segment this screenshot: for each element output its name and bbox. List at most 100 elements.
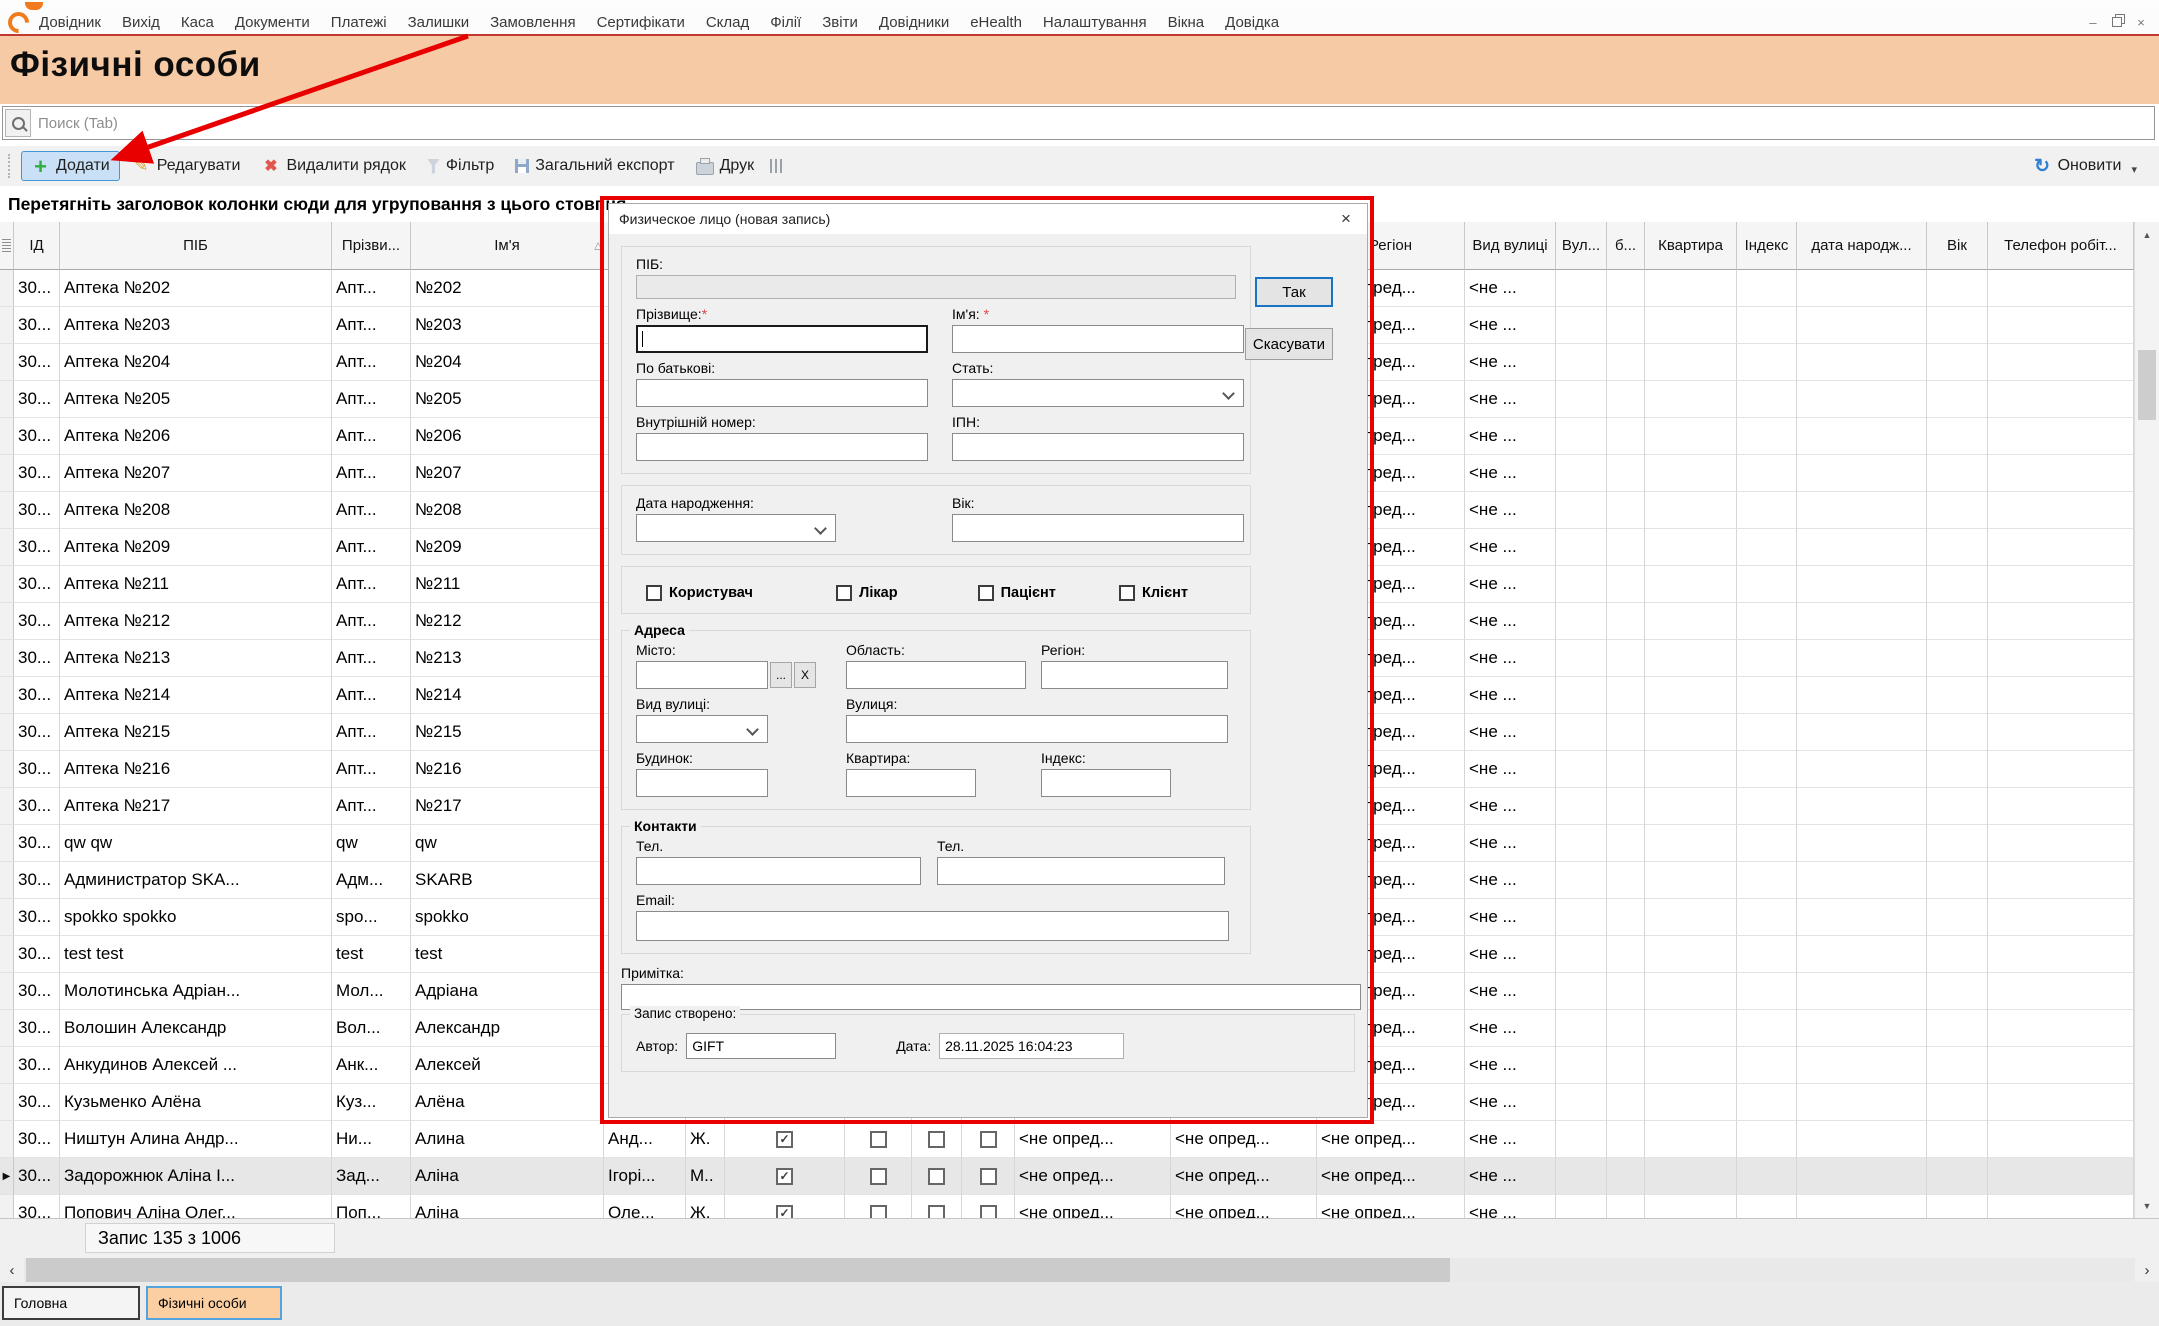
grid-cell-vyd[interactable]: <не ... (1465, 1195, 1556, 1218)
grid-cell-kv[interactable] (1645, 936, 1737, 973)
menu-item-1[interactable]: Вихід (122, 14, 160, 31)
grid-cell-priz[interactable]: Мол... (332, 973, 411, 1010)
grid-cell-kv[interactable] (1645, 1195, 1737, 1218)
toolbar-button-0[interactable]: +Додати (21, 151, 120, 181)
grid-cell-dn[interactable] (1797, 1195, 1927, 1218)
grid-cell-dn[interactable] (1797, 455, 1927, 492)
scroll-up-icon[interactable]: ▲ (2135, 222, 2159, 247)
grid-cell-im[interactable]: №202 (411, 270, 604, 307)
grid-cell-region[interactable]: <не опред... (1317, 1195, 1465, 1218)
grid-cell-id[interactable]: 30... (14, 640, 60, 677)
grid-cell-id[interactable]: 30... (14, 270, 60, 307)
checkbox-unchecked-icon[interactable] (1119, 585, 1135, 601)
grid-cell-priz[interactable]: Поп... (332, 1195, 411, 1218)
grid-cell-id[interactable]: 30... (14, 566, 60, 603)
column-header-idx[interactable]: Індекс (1737, 222, 1797, 270)
grid-cell-im[interactable]: №207 (411, 455, 604, 492)
checkbox-checked-icon[interactable]: ✓ (776, 1131, 793, 1148)
grid-cell-vul[interactable] (1556, 529, 1607, 566)
grid-cell-tel[interactable] (1988, 1084, 2134, 1121)
grid-cell-cb3[interactable] (962, 1195, 1015, 1218)
grid-cell-b[interactable] (1607, 899, 1645, 936)
toolbar-button-3[interactable]: Фільтр (418, 151, 503, 181)
grid-cell-vul[interactable] (1556, 307, 1607, 344)
grid-cell-priz[interactable]: Апт... (332, 714, 411, 751)
grid-cell-b[interactable] (1607, 344, 1645, 381)
grid-cell-dn[interactable] (1797, 1010, 1927, 1047)
grid-cell-vik[interactable] (1927, 381, 1988, 418)
street-type-select[interactable] (636, 715, 768, 743)
grid-cell-dn[interactable] (1797, 640, 1927, 677)
grid-cell-im[interactable]: №214 (411, 677, 604, 714)
grid-cell-cb3[interactable] (962, 1121, 1015, 1158)
grid-cell-im[interactable]: №213 (411, 640, 604, 677)
grid-cell-im[interactable]: spokko (411, 899, 604, 936)
grid-cell-vul[interactable] (1556, 788, 1607, 825)
grid-cell-tel[interactable] (1988, 307, 2134, 344)
region-field[interactable] (1041, 661, 1228, 689)
toolbar-button-2[interactable]: ✖Видалити рядок (252, 151, 414, 181)
grid-cell-im[interactable]: №211 (411, 566, 604, 603)
grid-cell-priz[interactable]: Апт... (332, 566, 411, 603)
person-type-checkbox-0[interactable]: Користувач (646, 585, 836, 601)
grid-cell-vik[interactable] (1927, 640, 1988, 677)
scroll-down-icon[interactable]: ▼ (2135, 1193, 2159, 1218)
grid-cell-vyd[interactable]: <не ... (1465, 714, 1556, 751)
grid-cell-pib[interactable]: Аптека №211 (60, 566, 332, 603)
grid-cell-dn[interactable] (1797, 788, 1927, 825)
tel2-field[interactable] (937, 857, 1225, 885)
grid-cell-ind[interactable] (0, 751, 14, 788)
grid-cell-id[interactable]: 30... (14, 862, 60, 899)
grid-cell-im[interactable]: Аліна (411, 1158, 604, 1195)
grid-cell-vyd[interactable]: <не ... (1465, 1047, 1556, 1084)
grid-cell-tel[interactable] (1988, 677, 2134, 714)
grid-cell-kv[interactable] (1645, 529, 1737, 566)
grid-cell-tel[interactable] (1988, 492, 2134, 529)
grid-cell-idx[interactable] (1737, 1084, 1797, 1121)
grid-cell-vul[interactable] (1556, 936, 1607, 973)
grid-cell-vul[interactable] (1556, 1047, 1607, 1084)
menu-item-3[interactable]: Документи (235, 14, 310, 31)
grid-cell-idx[interactable] (1737, 492, 1797, 529)
oblast-field[interactable] (846, 661, 1026, 689)
grid-cell-ind[interactable] (0, 603, 14, 640)
grid-cell-b[interactable] (1607, 936, 1645, 973)
menu-item-5[interactable]: Залишки (408, 14, 470, 31)
column-header-vik[interactable]: Вік (1927, 222, 1988, 270)
grid-cell-id[interactable]: 30... (14, 529, 60, 566)
grid-cell-dn[interactable] (1797, 418, 1927, 455)
grid-cell-im[interactable]: №212 (411, 603, 604, 640)
apartment-field[interactable] (846, 769, 976, 797)
grid-cell-vik[interactable] (1927, 936, 1988, 973)
grid-cell-b[interactable] (1607, 270, 1645, 307)
grid-cell-idx[interactable] (1737, 1010, 1797, 1047)
menu-item-10[interactable]: Звіти (822, 14, 858, 31)
grid-cell-vyd[interactable]: <не ... (1465, 307, 1556, 344)
patronymic-field[interactable] (636, 379, 928, 407)
grid-cell-b[interactable] (1607, 455, 1645, 492)
grid-cell-vik[interactable] (1927, 862, 1988, 899)
grid-cell-kv[interactable] (1645, 603, 1737, 640)
checkbox-unchecked-icon[interactable] (870, 1131, 887, 1148)
column-chooser-button[interactable] (766, 151, 788, 181)
grid-cell-vyd[interactable]: <не ... (1465, 529, 1556, 566)
grid-cell-vyd[interactable]: <не ... (1465, 677, 1556, 714)
grid-cell-pib[interactable]: Волошин Александр (60, 1010, 332, 1047)
grid-cell-tel[interactable] (1988, 862, 2134, 899)
grid-cell-vik[interactable] (1927, 1121, 1988, 1158)
checkbox-unchecked-icon[interactable] (870, 1168, 887, 1185)
grid-cell-kv[interactable] (1645, 344, 1737, 381)
grid-cell-priz[interactable]: qw (332, 825, 411, 862)
grid-cell-kv[interactable] (1645, 1010, 1737, 1047)
refresh-button[interactable]: ↻ Оновити ▾ (2024, 151, 2146, 181)
grid-cell-idx[interactable] (1737, 603, 1797, 640)
grid-cell-dn[interactable] (1797, 825, 1927, 862)
grid-cell-cb2[interactable] (912, 1195, 962, 1218)
grid-cell-id[interactable]: 30... (14, 307, 60, 344)
grid-cell-ind[interactable] (0, 418, 14, 455)
grid-cell-priz[interactable]: Апт... (332, 677, 411, 714)
grid-cell-id[interactable]: 30... (14, 751, 60, 788)
grid-cell-tel[interactable] (1988, 455, 2134, 492)
grid-cell-id[interactable]: 30... (14, 603, 60, 640)
grid-cell-kv[interactable] (1645, 1084, 1737, 1121)
